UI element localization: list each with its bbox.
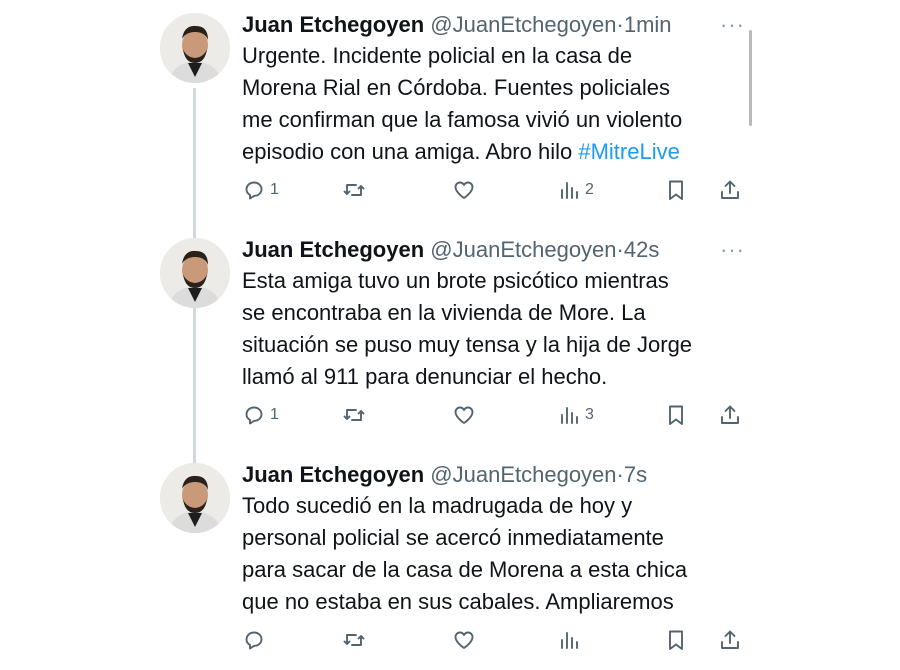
author-name[interactable]: Juan Etchegoyen xyxy=(242,237,424,262)
like-icon xyxy=(454,631,474,649)
like-icon xyxy=(454,406,474,424)
reply-button[interactable] xyxy=(242,625,266,655)
avatar[interactable] xyxy=(160,238,230,308)
views-icon xyxy=(561,407,578,424)
tweet-actions: 1 3 xyxy=(242,400,742,430)
tweet[interactable]: Juan Etchegoyen @JuanEtchegoyen·42s ··· … xyxy=(160,225,760,440)
tweet-text: Urgente. Incidente policial en la casa d… xyxy=(242,40,742,168)
reply-button[interactable]: 1 xyxy=(242,400,279,430)
author-handle[interactable]: @JuanEtchegoyen xyxy=(430,237,616,262)
separator-dot: · xyxy=(616,237,624,262)
views-count: 3 xyxy=(585,406,594,423)
more-options-icon[interactable]: ··· xyxy=(720,237,745,263)
separator-dot: · xyxy=(616,12,624,37)
tweet-body: Esta amiga tuvo un brote psicótico mient… xyxy=(242,268,693,389)
hashtag-link[interactable]: #MitreLive xyxy=(578,139,679,164)
tweet-actions xyxy=(242,625,742,655)
share-button[interactable] xyxy=(718,175,742,205)
bookmark-button[interactable] xyxy=(664,400,688,430)
share-icon xyxy=(721,405,739,424)
tweet[interactable]: Juan Etchegoyen @JuanEtchegoyen·7s Todo … xyxy=(160,450,760,665)
views-button[interactable]: 2 xyxy=(557,175,594,205)
separator-dot: · xyxy=(616,462,624,487)
avatar[interactable] xyxy=(160,463,230,533)
share-icon xyxy=(721,630,739,649)
reply-icon xyxy=(245,631,263,650)
reply-count: 1 xyxy=(270,406,279,423)
views-count: 2 xyxy=(585,181,594,198)
bookmark-button[interactable] xyxy=(664,175,688,205)
author-name[interactable]: Juan Etchegoyen xyxy=(242,462,424,487)
views-icon xyxy=(561,632,578,649)
author-handle[interactable]: @JuanEtchegoyen xyxy=(430,12,616,37)
author-handle[interactable]: @JuanEtchegoyen xyxy=(430,462,616,487)
avatar[interactable] xyxy=(160,13,230,83)
views-button[interactable]: 3 xyxy=(557,400,594,430)
reply-icon xyxy=(245,406,263,425)
tweet-body: Todo sucedió en la madrugada de hoy y pe… xyxy=(242,493,688,614)
like-button[interactable] xyxy=(452,400,480,430)
timestamp[interactable]: 42s xyxy=(624,237,659,262)
share-button[interactable] xyxy=(718,400,742,430)
tweet-header: Juan Etchegoyen @JuanEtchegoyen·1min xyxy=(242,12,742,38)
tweet[interactable]: Juan Etchegoyen @JuanEtchegoyen·1min ···… xyxy=(160,0,760,215)
like-button[interactable] xyxy=(452,625,476,655)
views-icon xyxy=(561,182,578,199)
tweet-text: Todo sucedió en la madrugada de hoy y pe… xyxy=(242,490,742,618)
retweet-button[interactable] xyxy=(342,400,370,430)
bookmark-icon xyxy=(669,180,683,200)
tweet-actions: 1 2 xyxy=(242,175,742,205)
tweet-header: Juan Etchegoyen @JuanEtchegoyen·7s xyxy=(242,462,742,488)
reply-button[interactable]: 1 xyxy=(242,175,279,205)
bookmark-icon xyxy=(669,630,683,650)
like-button[interactable] xyxy=(452,175,480,205)
retweet-icon xyxy=(343,634,365,646)
retweet-button[interactable] xyxy=(342,175,370,205)
share-button[interactable] xyxy=(718,625,742,655)
tweet-header: Juan Etchegoyen @JuanEtchegoyen·42s xyxy=(242,237,742,263)
timestamp[interactable]: 7s xyxy=(624,462,647,487)
timestamp[interactable]: 1min xyxy=(624,12,672,37)
more-options-icon[interactable]: ··· xyxy=(720,12,745,38)
tweet-text: Esta amiga tuvo un brote psicótico mient… xyxy=(242,265,742,393)
share-icon xyxy=(721,180,739,199)
reply-icon xyxy=(245,181,263,200)
retweet-button[interactable] xyxy=(342,625,366,655)
bookmark-button[interactable] xyxy=(664,625,688,655)
author-name[interactable]: Juan Etchegoyen xyxy=(242,12,424,37)
like-icon xyxy=(454,181,474,199)
reply-count: 1 xyxy=(270,181,279,198)
retweet-icon xyxy=(343,409,365,421)
retweet-icon xyxy=(343,184,365,196)
bookmark-icon xyxy=(669,405,683,425)
views-button[interactable] xyxy=(557,625,581,655)
